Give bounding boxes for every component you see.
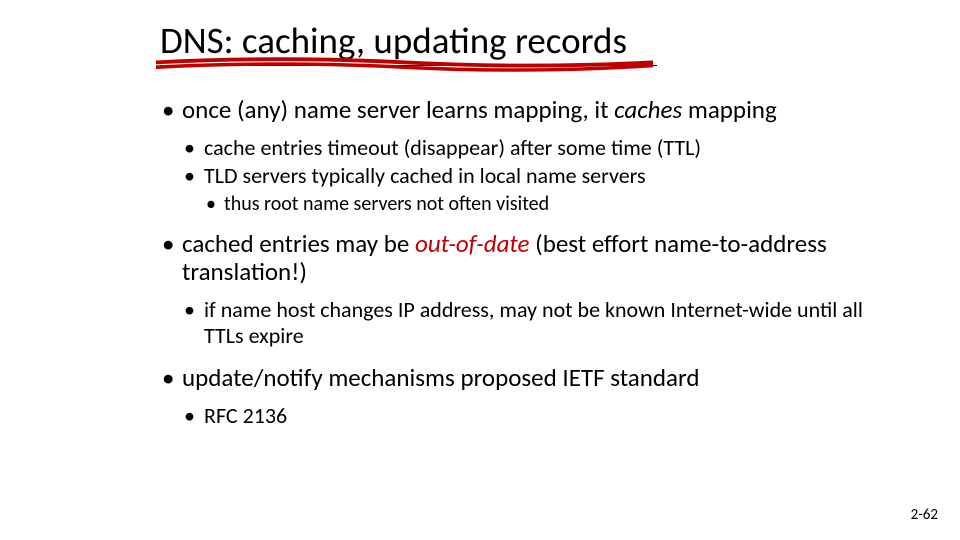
text: cache entries timeout (disappear) after …	[204, 134, 701, 161]
slide: DNS: caching, updating records once (any…	[0, 0, 960, 540]
bullet-level3: thus root name servers not often visited	[204, 192, 900, 216]
text: if name host changes IP address, may not…	[204, 296, 863, 349]
bullet-level2: if name host changes IP address, may not…	[182, 297, 900, 350]
bullet-level2: cache entries timeout (disappear) after …	[182, 135, 900, 161]
text: mapping	[682, 94, 777, 125]
bullet-level2: TLD servers typically cached in local na…	[182, 163, 900, 189]
bullet-list: once (any) name server learns mapping, i…	[160, 96, 900, 429]
text-emphasis: caches	[614, 94, 682, 125]
text: RFC 2136	[204, 402, 287, 429]
text: cached entries may be	[182, 228, 415, 259]
bullet-level1: cached entries may be out-of-date (best …	[160, 230, 900, 288]
text: once (any) name server learns mapping, i…	[182, 94, 614, 125]
text-emphasis-red: out-of-date	[415, 228, 530, 259]
bullet-level1: once (any) name server learns mapping, i…	[160, 96, 900, 125]
title-container: DNS: caching, updating records	[160, 18, 657, 66]
text: update/notify mechanisms proposed IETF s…	[182, 362, 700, 393]
text: TLD servers typically cached in local na…	[204, 162, 646, 189]
bullet-level2: RFC 2136	[182, 403, 900, 429]
bullet-level1: update/notify mechanisms proposed IETF s…	[160, 364, 900, 393]
page-number: 2-62	[911, 506, 938, 524]
slide-title: DNS: caching, updating records	[160, 18, 657, 66]
text: thus root name servers not often visited	[224, 192, 549, 216]
